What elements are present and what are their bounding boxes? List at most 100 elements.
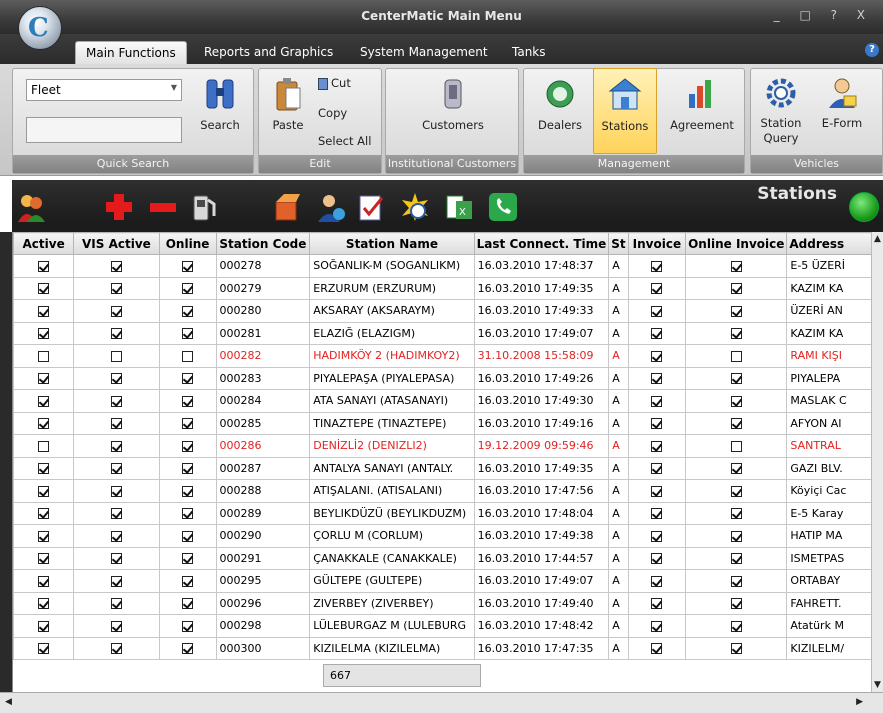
invoice-checkbox[interactable]: [651, 305, 663, 317]
active-checkbox[interactable]: [38, 305, 50, 317]
vis-active-checkbox[interactable]: [110, 643, 122, 655]
online-checkbox[interactable]: [182, 530, 194, 542]
table-row[interactable]: 000296 ZIVERBEY (ZIVERBEY) 16.03.2010 17:4…: [13, 591, 883, 615]
table-row[interactable]: 000285 TINAZTEPE (TINAZTEPE) 16.03.2010 17…: [13, 411, 883, 435]
online-invoice-checkbox[interactable]: [730, 530, 742, 542]
stations-button[interactable]: Stations: [593, 68, 657, 154]
phone-icon[interactable]: [488, 192, 518, 222]
invoice-checkbox[interactable]: [651, 463, 663, 475]
active-checkbox[interactable]: [38, 350, 50, 362]
active-checkbox[interactable]: [38, 508, 50, 520]
stations-grid[interactable]: Active VIS Active Online Station Code St…: [12, 232, 883, 692]
table-row[interactable]: 000280 AKSARAY (AKSARAYM) 16.03.2010 17:49…: [13, 299, 883, 323]
active-checkbox[interactable]: [38, 620, 50, 632]
invoice-checkbox[interactable]: [651, 395, 663, 407]
invoice-checkbox[interactable]: [651, 530, 663, 542]
active-checkbox[interactable]: [38, 283, 50, 295]
tab-system-management[interactable]: System Management: [350, 41, 498, 64]
customers-button[interactable]: Customers: [418, 76, 488, 132]
column-header-station-name[interactable]: Station Name: [309, 232, 475, 255]
invoice-checkbox[interactable]: [651, 440, 663, 452]
online-invoice-checkbox[interactable]: [730, 620, 742, 632]
online-invoice-checkbox[interactable]: [730, 643, 742, 655]
copy-button[interactable]: Copy: [318, 106, 347, 120]
invoice-checkbox[interactable]: [651, 328, 663, 340]
online-invoice-checkbox[interactable]: [730, 418, 742, 430]
online-checkbox[interactable]: [182, 620, 194, 632]
tab-main-functions[interactable]: Main Functions: [75, 41, 187, 64]
vis-active-checkbox[interactable]: [110, 283, 122, 295]
online-invoice-checkbox[interactable]: [730, 463, 742, 475]
online-invoice-checkbox[interactable]: [730, 508, 742, 520]
scroll-right-icon[interactable]: ▶: [856, 697, 863, 707]
vis-active-checkbox[interactable]: [110, 305, 122, 317]
active-checkbox[interactable]: [38, 553, 50, 565]
horizontal-scrollbar[interactable]: ◀ ▶: [0, 692, 883, 713]
vertical-scrollbar[interactable]: ▲ ▼: [871, 232, 883, 692]
users-icon[interactable]: [16, 192, 46, 222]
vis-active-checkbox[interactable]: [110, 260, 122, 272]
column-header-address[interactable]: Address: [786, 232, 883, 255]
table-row[interactable]: 000278 SOĞANLIK-M (SOGANLIKM) 16.03.2010 1…: [13, 254, 883, 278]
user-settings-icon[interactable]: [316, 192, 346, 222]
tab-reports-and-graphics[interactable]: Reports and Graphics: [194, 41, 343, 64]
active-checkbox[interactable]: [38, 575, 50, 587]
add-icon[interactable]: [104, 192, 134, 222]
package-icon[interactable]: [270, 192, 300, 222]
online-checkbox[interactable]: [182, 463, 194, 475]
invoice-checkbox[interactable]: [651, 418, 663, 430]
online-invoice-checkbox[interactable]: [730, 598, 742, 610]
dealers-button[interactable]: Dealers: [532, 76, 588, 132]
table-row[interactable]: 000288 ATIŞALANI. (ATISALANI) 16.03.2010 1…: [13, 479, 883, 503]
vis-active-checkbox[interactable]: [110, 508, 122, 520]
active-checkbox[interactable]: [38, 598, 50, 610]
column-header-vis-active[interactable]: VIS Active: [73, 232, 160, 255]
table-row[interactable]: 000291 ÇANAKKALE (CANAKKALE) 16.03.2010 17…: [13, 546, 883, 570]
active-checkbox[interactable]: [38, 260, 50, 272]
paste-button[interactable]: Paste: [266, 76, 310, 132]
column-header-st[interactable]: St: [608, 232, 629, 255]
help-icon[interactable]: ?: [865, 43, 879, 57]
eform-button[interactable]: E-Form: [816, 76, 868, 130]
vis-active-checkbox[interactable]: [110, 530, 122, 542]
online-checkbox[interactable]: [182, 328, 194, 340]
quick-search-input[interactable]: [26, 117, 182, 143]
search-button[interactable]: Search: [192, 76, 248, 132]
table-row[interactable]: 000284 ATA SANAYI (ATASANAYI) 16.03.2010 1…: [13, 389, 883, 413]
online-invoice-checkbox[interactable]: [730, 395, 742, 407]
agreement-button[interactable]: Agreement: [664, 76, 740, 132]
table-row[interactable]: 000282 HADIMKÖY 2 (HADIMKOY2) 31.10.2008 1…: [13, 344, 883, 368]
invoice-checkbox[interactable]: [651, 553, 663, 565]
active-checkbox[interactable]: [38, 530, 50, 542]
invoice-checkbox[interactable]: [651, 350, 663, 362]
table-row[interactable]: 000290 ÇORLU M (CORLUM) 16.03.2010 17:49:3…: [13, 524, 883, 548]
table-row[interactable]: 000287 ANTALYA SANAYI (ANTALY. 16.03.2010 …: [13, 456, 883, 480]
fuel-pump-icon[interactable]: [188, 192, 218, 222]
table-row[interactable]: 000300 KIZILELMA (KIZILELMA) 16.03.2010 17…: [13, 636, 883, 660]
online-checkbox[interactable]: [182, 553, 194, 565]
online-checkbox[interactable]: [182, 508, 194, 520]
online-invoice-checkbox[interactable]: [730, 440, 742, 452]
online-checkbox[interactable]: [182, 260, 194, 272]
scroll-down-icon[interactable]: ▼: [874, 680, 881, 690]
online-checkbox[interactable]: [182, 418, 194, 430]
excel-export-icon[interactable]: X: [444, 192, 474, 222]
vis-active-checkbox[interactable]: [110, 620, 122, 632]
invoice-checkbox[interactable]: [651, 575, 663, 587]
column-header-active[interactable]: Active: [13, 232, 75, 255]
vis-active-checkbox[interactable]: [110, 575, 122, 587]
vis-active-checkbox[interactable]: [110, 373, 122, 385]
vis-active-checkbox[interactable]: [110, 395, 122, 407]
close-panel-icon[interactable]: [849, 192, 879, 222]
online-invoice-checkbox[interactable]: [730, 373, 742, 385]
column-header-last-connect-time[interactable]: Last Connect. Time: [473, 232, 610, 255]
active-checkbox[interactable]: [38, 643, 50, 655]
invoice-checkbox[interactable]: [651, 373, 663, 385]
invoice-checkbox[interactable]: [651, 508, 663, 520]
invoice-checkbox[interactable]: [651, 283, 663, 295]
table-row[interactable]: 000295 GÜLTEPE (GULTEPE) 16.03.2010 17:49:…: [13, 569, 883, 593]
quick-search-select[interactable]: Fleet ▼: [26, 79, 182, 101]
invoice-checkbox[interactable]: [651, 485, 663, 497]
invoice-checkbox[interactable]: [651, 643, 663, 655]
station-query-button[interactable]: Station Query: [756, 76, 806, 146]
